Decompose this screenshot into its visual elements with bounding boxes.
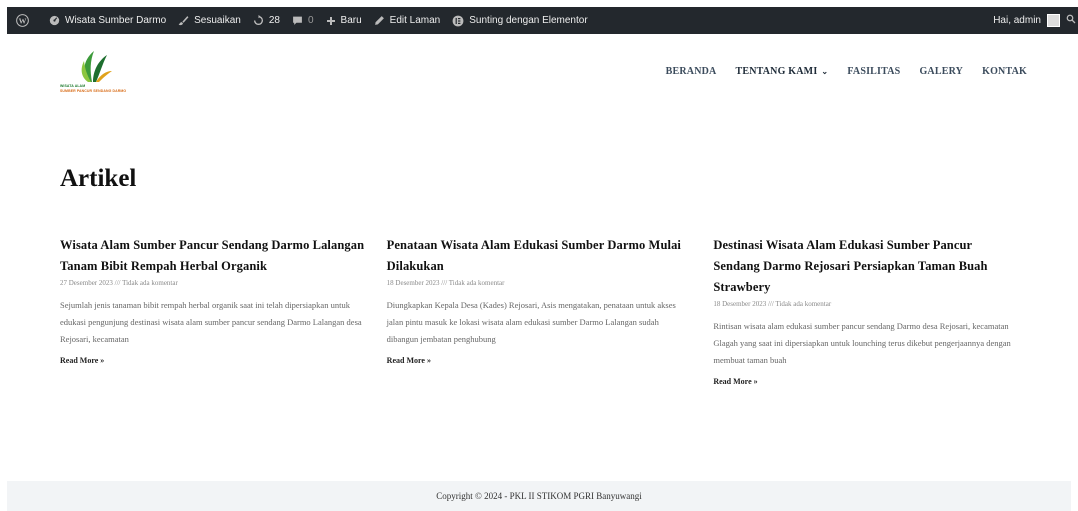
comments-count: 0	[307, 15, 314, 26]
logo-line-1: WISATA ALAM	[60, 84, 86, 88]
logo-leaves-icon	[81, 51, 112, 82]
elementor-menu[interactable]: Sunting dengan Elementor	[446, 7, 593, 34]
post-card: Penataan Wisata Alam Edukasi Sumber Darm…	[387, 235, 714, 389]
refresh-icon	[253, 15, 264, 26]
wp-logo-menu[interactable]: W	[7, 7, 43, 34]
footer-copyright: Copyright © 2024 - PKL II STIKOM PGRI Ba…	[436, 491, 642, 501]
nav-item-kontak[interactable]: KONTAK	[982, 66, 1027, 77]
post-title[interactable]: Wisata Alam Sumber Pancur Sendang Darmo …	[60, 235, 365, 277]
brush-icon	[178, 15, 189, 26]
plus-icon	[326, 16, 336, 26]
site-name-label: Wisata Sumber Darmo	[65, 15, 167, 26]
read-more-link[interactable]: Read More »	[60, 356, 104, 365]
post-meta: 18 Desember 2023 /// Tidak ada komentar	[713, 300, 832, 308]
greeting-label: Hai, admin	[993, 15, 1041, 26]
customize-label: Sesuaikan	[194, 15, 241, 26]
elementor-icon	[452, 15, 464, 27]
post-excerpt: Diungkapkan Kepala Desa (Kades) Rejosari…	[386, 300, 676, 344]
search-icon	[1066, 14, 1076, 27]
customize-menu[interactable]: Sesuaikan	[172, 7, 247, 34]
read-more-link[interactable]: Read More »	[713, 377, 757, 386]
post-excerpt: Sejumlah jenis tanaman bibit rempah herb…	[60, 300, 362, 344]
avatar	[1047, 14, 1060, 27]
read-more-link[interactable]: Read More »	[387, 356, 431, 365]
nav-item-fasilitas[interactable]: FASILITAS	[847, 66, 900, 77]
comment-icon	[292, 15, 303, 26]
nav-item-tentang-kami-label: TENTANG KAMI	[735, 66, 818, 77]
elementor-label: Sunting dengan Elementor	[469, 15, 588, 26]
nav-item-tentang-kami[interactable]: TENTANG KAMI ⌄	[735, 66, 828, 77]
wp-admin-bar: W Wisata Sumber Darmo Sesuaikan 28 0 Bar…	[7, 7, 1078, 34]
edit-page-menu[interactable]: Edit Laman	[368, 7, 447, 34]
page-title: Artikel	[60, 165, 137, 192]
post-card: Wisata Alam Sumber Pancur Sendang Darmo …	[60, 235, 387, 389]
site-name-menu[interactable]: Wisata Sumber Darmo	[43, 7, 172, 34]
posts-grid: Wisata Alam Sumber Pancur Sendang Darmo …	[60, 235, 1040, 389]
post-card: Destinasi Wisata Alam Edukasi Sumber Pan…	[713, 235, 1040, 389]
edit-page-label: Edit Laman	[389, 15, 441, 26]
post-meta: 27 Desember 2023 /// Tidak ada komentar	[60, 279, 178, 287]
pencil-icon	[374, 15, 385, 26]
post-excerpt: Rintisan wisata alam edukasi sumber panc…	[713, 321, 1011, 365]
new-content-menu[interactable]: Baru	[320, 7, 368, 34]
my-account-menu[interactable]: Hai, admin	[987, 7, 1064, 34]
updates-menu[interactable]: 28	[247, 7, 286, 34]
svg-text:W: W	[19, 16, 27, 25]
comments-menu[interactable]: 0	[286, 7, 320, 34]
dashboard-icon	[49, 15, 60, 26]
site-footer: Copyright © 2024 - PKL II STIKOM PGRI Ba…	[7, 481, 1071, 511]
post-meta: 18 Desember 2023 /// Tidak ada komentar	[386, 279, 505, 287]
nav-item-beranda[interactable]: BERANDA	[666, 66, 717, 77]
wordpress-icon: W	[16, 14, 29, 27]
updates-count: 28	[268, 15, 280, 26]
logo-line-2: SUMBER PANCUR SENDANG DARMO	[60, 89, 127, 93]
admin-search[interactable]	[1064, 7, 1078, 34]
post-title[interactable]: Penataan Wisata Alam Edukasi Sumber Darm…	[387, 235, 692, 277]
chevron-down-icon: ⌄	[821, 67, 829, 76]
nav-item-galery[interactable]: GALERY	[919, 66, 963, 77]
main-navigation: BERANDA TENTANG KAMI ⌄ FASILITAS GALERY K…	[666, 66, 1027, 77]
new-label: Baru	[340, 15, 362, 26]
post-title[interactable]: Destinasi Wisata Alam Edukasi Sumber Pan…	[713, 235, 1018, 298]
